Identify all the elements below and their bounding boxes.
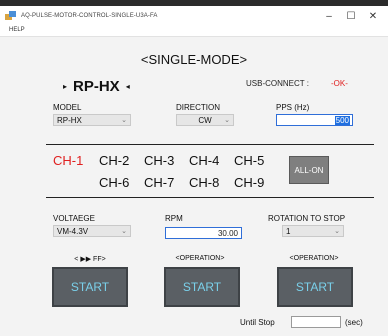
menu-help[interactable]: HELP bbox=[9, 27, 25, 33]
ff-operation-label: < ▶▶ FF> bbox=[74, 256, 106, 263]
chevron-down-icon: ⌄ bbox=[121, 117, 127, 124]
channel-ch4[interactable]: CH-4 bbox=[189, 153, 219, 168]
rpm-input-value: 30.00 bbox=[217, 228, 238, 238]
start-button-2[interactable]: START bbox=[164, 267, 240, 307]
rotation-select-value: 1 bbox=[286, 226, 291, 236]
until-stop-unit: (sec) bbox=[345, 318, 363, 327]
right-triangle-icon: ▸ bbox=[63, 82, 68, 91]
maximize-button[interactable]: ☐ bbox=[340, 6, 362, 26]
channel-ch3[interactable]: CH-3 bbox=[144, 153, 174, 168]
pps-input[interactable]: 500 bbox=[276, 114, 353, 126]
mode-title: <SINGLE-MODE> bbox=[140, 52, 248, 67]
operation-label-2: <OPERATION> bbox=[175, 255, 225, 262]
model-header-name: RP-HX bbox=[73, 78, 120, 95]
start-button-3[interactable]: START bbox=[277, 267, 353, 307]
title-bar: AQ-PULSE-MOTOR-CONTROL-SINGLE-U3A-FA – ☐… bbox=[0, 6, 388, 26]
usb-connect-label: USB-CONNECT : bbox=[246, 79, 309, 88]
channel-ch2[interactable]: CH-2 bbox=[99, 153, 129, 168]
divider-bottom bbox=[46, 197, 374, 198]
until-stop-label: Until Stop bbox=[240, 318, 275, 327]
rpm-input[interactable]: 30.00 bbox=[165, 227, 242, 239]
model-label: MODEL bbox=[53, 103, 82, 112]
rotation-label: ROTATION TO STOP bbox=[268, 214, 346, 223]
app-window: AQ-PULSE-MOTOR-CONTROL-SINGLE-U3A-FA – ☐… bbox=[0, 0, 388, 336]
chevron-down-icon: ⌄ bbox=[334, 228, 340, 235]
window-title: AQ-PULSE-MOTOR-CONTROL-SINGLE-U3A-FA bbox=[21, 13, 158, 19]
channel-ch9[interactable]: CH-9 bbox=[234, 175, 264, 190]
model-select[interactable]: RP-HX ⌄ bbox=[53, 114, 131, 126]
window-controls: – ☐ ✕ bbox=[318, 6, 384, 26]
direction-select-value: CW bbox=[198, 115, 212, 125]
chevron-down-icon: ⌄ bbox=[121, 228, 127, 235]
chevron-down-icon: ⌄ bbox=[224, 117, 230, 124]
divider-top bbox=[46, 144, 374, 145]
channel-ch1[interactable]: CH-1 bbox=[53, 153, 83, 168]
direction-select[interactable]: CW ⌄ bbox=[176, 114, 234, 126]
voltage-label: VOLTAEGE bbox=[53, 214, 95, 223]
operation-label-3: <OPERATION> bbox=[289, 255, 339, 262]
all-on-button[interactable]: ALL-ON bbox=[289, 156, 329, 184]
channel-ch5[interactable]: CH-5 bbox=[234, 153, 264, 168]
voltage-select[interactable]: VM-4.3V ⌄ bbox=[53, 225, 131, 237]
voltage-select-value: VM-4.3V bbox=[57, 226, 89, 236]
channel-ch7[interactable]: CH-7 bbox=[144, 175, 174, 190]
model-select-value: RP-HX bbox=[57, 115, 82, 125]
minimize-button[interactable]: – bbox=[318, 6, 340, 26]
rpm-label: RPM bbox=[165, 214, 183, 223]
left-triangle-icon: ◂ bbox=[125, 82, 130, 91]
close-button[interactable]: ✕ bbox=[362, 6, 384, 26]
channel-ch6[interactable]: CH-6 bbox=[99, 175, 129, 190]
direction-label: DIRECTION bbox=[176, 103, 220, 112]
app-icon bbox=[5, 11, 17, 21]
until-stop-input[interactable] bbox=[291, 316, 341, 328]
usb-connect-status: -OK- bbox=[331, 79, 348, 88]
channel-ch8[interactable]: CH-8 bbox=[189, 175, 219, 190]
pps-label: PPS (Hz) bbox=[276, 103, 310, 112]
model-header: ▸ RP-HX ◂ bbox=[57, 78, 136, 95]
menu-bar: HELP bbox=[0, 26, 388, 37]
rotation-select[interactable]: 1 ⌄ bbox=[282, 225, 344, 237]
pps-input-value: 500 bbox=[334, 115, 350, 125]
start-button-ff[interactable]: START bbox=[52, 267, 128, 307]
